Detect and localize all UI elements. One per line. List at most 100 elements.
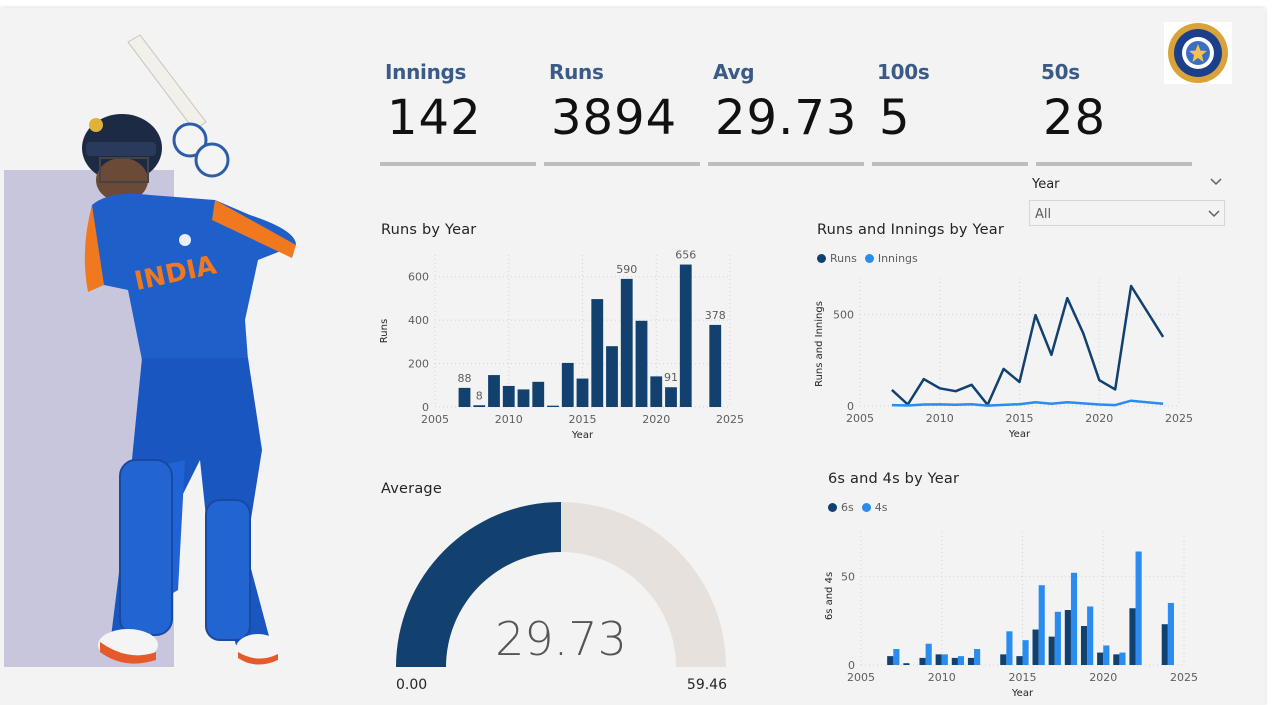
kpi-label: Runs [549,60,604,84]
legend-item-runs[interactable]: Runs [817,252,857,265]
y-axis-title: 6s and 4s [824,572,835,620]
bar-4s [1135,551,1142,665]
sixes-fours-legend: 6s 4s [828,501,891,514]
bar-runs [473,405,486,407]
x-tick-label: 2005 [846,412,874,425]
bar-runs [591,299,604,407]
bar-runs [620,278,633,407]
bar-6s [935,654,942,665]
kpi-underline [1036,162,1192,166]
player-image: INDIA [82,34,296,665]
legend-label: Innings [877,252,918,265]
kpi-label: 100s [877,60,930,84]
bar-runs [502,385,515,407]
year-slicer-label: Year [1032,177,1060,192]
data-label: 91 [664,371,678,384]
kpi-value: 3894 [551,90,678,146]
x-axis-title: Year [1011,688,1034,699]
legend-label: 6s [841,501,854,514]
year-slicer-value: All [1035,207,1052,222]
runs-by-year-title: Runs by Year [381,222,477,238]
bar-runs [547,405,559,407]
kpi-value: 142 [387,90,482,146]
kpi-label: Avg [713,60,755,84]
bar-runs [458,387,471,407]
bar-6s [1016,656,1023,665]
runs-by-year-chart[interactable]: 02004006002005 2010 2015 2020 2025YearRuns88… [375,245,745,445]
bar-runs [709,324,722,407]
bar-runs [517,389,530,407]
gauge-min-label: 0.00 [396,677,427,693]
bar-6s [1032,629,1039,665]
y-tick-label: 200 [408,358,429,371]
sixes-fours-chart[interactable]: 0502005 2010 2015 2020 2025Year6s and 4s [822,520,1202,702]
legend-label: Runs [830,252,857,265]
y-tick-label: 50 [841,570,855,583]
chevron-down-icon[interactable] [1206,206,1222,222]
bar-6s [1064,610,1071,665]
legend-item-4s[interactable]: 4s [861,501,887,514]
gauge-max-label: 59.46 [687,677,727,693]
bar-4s [1070,572,1078,665]
x-tick-label: 2010 [495,413,523,426]
kpi-label: 50s [1041,60,1080,84]
bar-runs [679,264,692,407]
bar-6s [1113,654,1120,665]
y-axis-title: Runs and Innings [814,301,825,387]
x-tick-label: 2010 [926,412,954,425]
x-axis-title: Year [571,430,594,441]
year-slicer-dropdown[interactable]: All [1029,200,1225,226]
data-label: 88 [458,372,472,385]
legend-dot [828,503,837,512]
x-tick-label: 2020 [1085,412,1113,425]
bar-4s [1054,611,1061,665]
chevron-down-icon[interactable] [1208,174,1224,190]
legend-dot [861,503,871,512]
bar-6s [903,663,910,665]
bar-4s [1038,585,1045,665]
bar-6s [1129,608,1136,665]
bcci-logo [1164,22,1232,84]
bar-6s [1161,624,1168,665]
kpi-label: Innings [385,60,467,84]
legend-item-innings[interactable]: Innings [864,252,918,265]
average-gauge[interactable]: 29.73 0.00 59.46 [380,495,750,700]
series-line-runs [891,284,1165,407]
kpi-underline [872,162,1028,166]
runs-innings-chart[interactable]: 05002005 2010 2015 2020 2025YearRuns and Inn… [812,268,1202,448]
x-tick-label: 2025 [1170,671,1198,684]
data-label: 656 [675,249,696,262]
kpi-underline [544,162,700,166]
bar-runs [635,320,648,407]
x-tick-label: 2005 [421,413,449,426]
legend-dot [864,254,874,263]
y-tick-label: 500 [833,309,854,322]
y-tick-label: 600 [408,271,429,284]
bar-4s [1087,606,1094,665]
bar-6s [1000,654,1007,665]
kpi-value: 29.73 [715,90,858,146]
series-line-innings [891,399,1164,407]
sixes-fours-title: 6s and 4s by Year [828,471,960,487]
bar-6s [887,656,894,665]
bar-runs [576,378,589,407]
x-tick-label: 2025 [1165,412,1193,425]
gauge-value: 29.73 [495,612,627,666]
bar-runs [650,376,663,407]
bar-6s [1048,636,1055,665]
bar-6s [1080,625,1088,665]
x-tick-label: 2025 [716,413,744,426]
bar-4s [925,643,932,665]
x-tick-label: 2015 [569,413,597,426]
bar-4s [957,656,965,665]
x-tick-label: 2010 [928,671,956,684]
legend-item-6s[interactable]: 6s [828,501,854,514]
bar-4s [1006,631,1013,665]
x-axis-title: Year [1008,429,1031,440]
x-tick-label: 2005 [847,671,875,684]
x-tick-label: 2020 [1089,671,1117,684]
bar-6s [1097,652,1104,665]
bar-runs [532,381,545,407]
bar-4s [941,654,948,665]
bar-4s [974,649,981,665]
